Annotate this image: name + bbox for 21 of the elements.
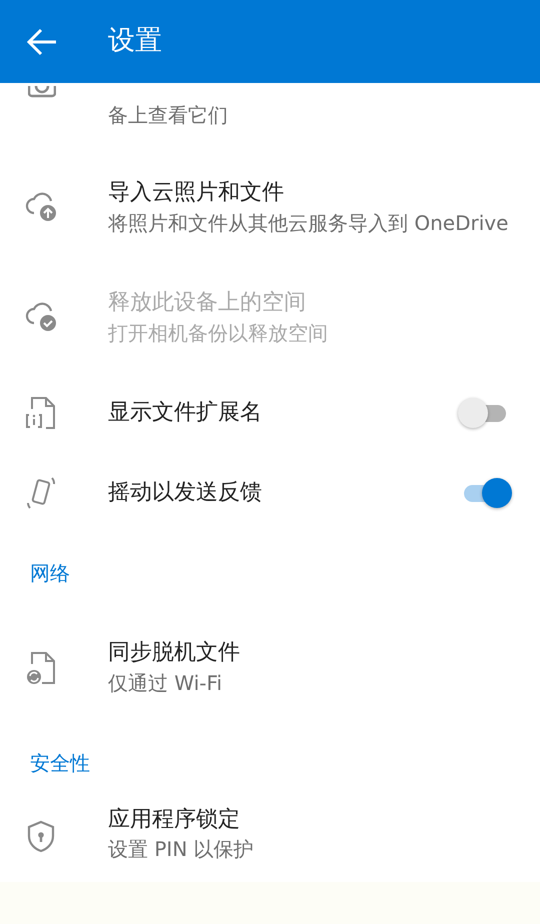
item-description: 设置 PIN 以保护 [108,836,254,863]
item-title: 释放此设备上的空间 [108,289,307,317]
section-heading: 安全性 [30,750,91,776]
item-description: 仅通过 Wi-Fi [108,670,224,697]
item-description: 将照片和文件从其他云服务导入到 OneDrive [108,210,508,237]
settings-item[interactable]: 应用程序锁定 设置 PIN 以保护 [0,803,540,879]
settings-item[interactable]: 备上查看它们 [0,84,540,153]
page-title: 设置 [108,24,162,58]
settings-item[interactable]: 显示文件扩展名 [0,373,540,453]
item-title: 显示文件扩展名 [108,399,262,427]
item-title: 应用程序锁定 [108,806,241,834]
item-title: 摇动以发送反馈 [108,479,262,507]
item-title: 导入云照片和文件 [108,179,285,207]
camera-icon [28,84,56,98]
item-description: 打开相机备份以释放空间 [108,320,328,347]
item-description: 备上查看它们 [108,102,228,129]
settings-item[interactable]: 导入云照片和文件 将照片和文件从其他云服务导入到 OneDrive [0,153,540,263]
section-heading: 网络 [30,560,71,586]
item-title: 同步脱机文件 [108,639,240,667]
settings-item[interactable]: 摇动以发送反馈 [0,453,540,533]
settings-item[interactable]: 同步脱机文件 仅通过 Wi-Fi [0,613,540,723]
